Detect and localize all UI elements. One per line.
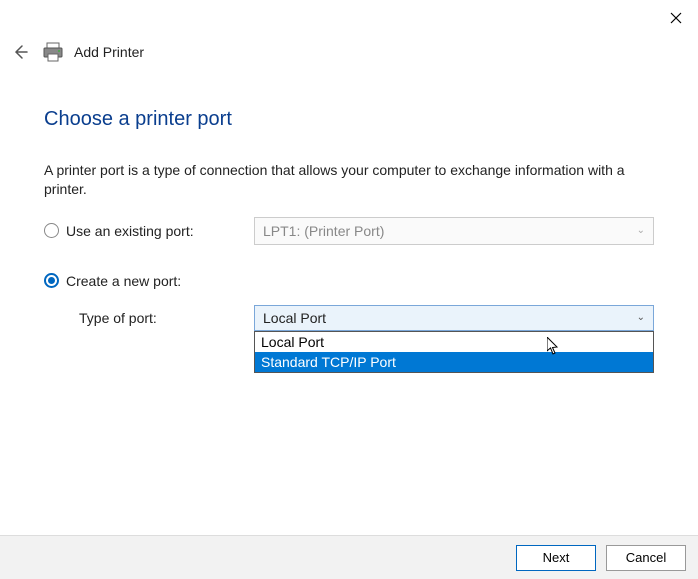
type-of-port-label: Type of port: (44, 310, 254, 326)
page-description: A printer port is a type of connection t… (44, 161, 654, 199)
wizard-header: Add Printer (0, 0, 698, 64)
existing-port-value: LPT1: (Printer Port) (263, 223, 384, 239)
back-button[interactable] (8, 40, 32, 64)
port-type-dropdown: Local Port Standard TCP/IP Port (254, 331, 654, 373)
create-new-port-row: Create a new port: (44, 273, 654, 289)
existing-port-select: LPT1: (Printer Port) ⌄ (254, 217, 654, 245)
use-existing-port-label: Use an existing port: (66, 223, 194, 239)
printer-icon (42, 42, 64, 62)
chevron-down-icon: ⌄ (637, 225, 645, 236)
port-type-combo-wrap: Local Port ⌄ Local Port Standard TCP/IP … (254, 305, 654, 331)
radio-dot-icon (48, 277, 55, 284)
use-existing-port-row: Use an existing port: LPT1: (Printer Por… (44, 217, 654, 245)
back-arrow-icon (12, 44, 28, 60)
next-button[interactable]: Next (516, 545, 596, 571)
dropdown-item-local-port[interactable]: Local Port (255, 332, 653, 352)
footer: Next Cancel (0, 535, 698, 579)
content-area: Choose a printer port A printer port is … (0, 64, 698, 331)
radio-icon (44, 223, 59, 238)
radio-icon (44, 273, 59, 288)
wizard-title: Add Printer (74, 44, 144, 60)
close-icon (670, 12, 682, 24)
use-existing-port-radio[interactable]: Use an existing port: (44, 223, 254, 239)
create-new-port-radio[interactable]: Create a new port: (44, 273, 254, 289)
page-heading: Choose a printer port (44, 108, 654, 131)
port-type-selected-value: Local Port (263, 310, 326, 326)
close-button[interactable] (664, 6, 688, 30)
dropdown-item-standard-tcpip[interactable]: Standard TCP/IP Port (255, 352, 653, 372)
chevron-down-icon: ⌄ (637, 312, 645, 323)
type-of-port-row: Type of port: Local Port ⌄ Local Port St… (44, 305, 654, 331)
cancel-button[interactable]: Cancel (606, 545, 686, 571)
create-new-port-label: Create a new port: (66, 273, 181, 289)
port-type-select[interactable]: Local Port ⌄ (254, 305, 654, 331)
